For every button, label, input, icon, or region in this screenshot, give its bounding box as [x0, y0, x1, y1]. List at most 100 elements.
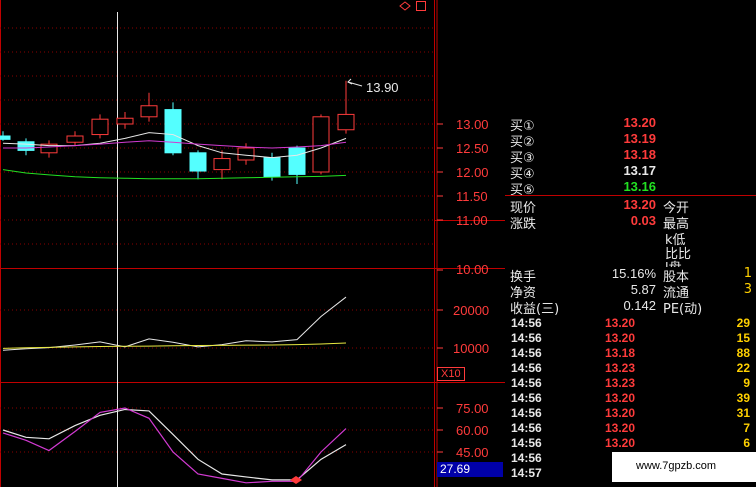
current-price-value: 13.20: [623, 197, 656, 212]
tick-price: 13.18: [605, 346, 636, 360]
tick-price: 13.20: [605, 406, 636, 420]
tick-time: 14:56: [511, 451, 542, 465]
turnover-value: 15.16%: [611, 266, 656, 281]
tick-row[interactable]: 14:56 13.20 39: [505, 391, 756, 406]
high-price-callout: 13.90: [366, 80, 399, 95]
watermark-text: www.7gpzb.com: [636, 460, 717, 472]
candle-body: [0, 135, 11, 140]
tick-time: 14:56: [511, 376, 542, 390]
tick-price: 13.23: [605, 361, 636, 375]
bid-price: 13.16: [623, 179, 656, 194]
bid-row[interactable]: 买④ 13.17: [505, 163, 756, 182]
tick-price: 13.20: [605, 331, 636, 345]
tick-row[interactable]: 14:56 13.20 15: [505, 331, 756, 346]
tick-price: 13.20: [605, 391, 636, 405]
tick-row[interactable]: 14:56 13.20 6: [505, 436, 756, 451]
multiplier-badge: X10: [437, 367, 465, 381]
tick-time: 14:56: [511, 361, 542, 375]
tick-price: 13.20: [605, 436, 636, 450]
earnings-row: 收益(三) 0.142 PE(动): [505, 298, 756, 317]
tick-row[interactable]: 14:56 13.23 22: [505, 361, 756, 376]
earnings-label: 收益(三): [510, 302, 560, 317]
tick-time: 14:56: [511, 346, 542, 360]
earnings-value: 0.142: [623, 298, 656, 313]
price-axis-label: 11.00: [456, 213, 488, 228]
tick-volume: 22: [736, 361, 750, 375]
price-chart: [0, 80, 355, 184]
tick-time: 14:56: [511, 331, 542, 345]
tick-price: 13.23: [605, 376, 636, 390]
window-square-icon[interactable]: [416, 1, 426, 11]
change-row: 涨跌 0.03 最高: [505, 213, 756, 232]
tick-volume: 15: [736, 331, 750, 345]
oscillator-axis-label: 45.00: [456, 445, 489, 460]
axis-ticks: [437, 123, 443, 453]
high-callout-arrow: [347, 78, 363, 87]
candle-body: [17, 141, 35, 151]
price-axis-label: 12.00: [456, 165, 489, 180]
float-value: 3: [743, 282, 752, 297]
quote-panel: 买① 13.20 买② 13.19 买③ 13.18 买④ 13.17 买⑤ 1…: [505, 112, 756, 487]
candle-body: [288, 147, 306, 175]
bid-row[interactable]: 买② 13.19: [505, 131, 756, 150]
volume-axis-label: 10000: [453, 341, 490, 356]
pe-label: PE(动): [663, 302, 703, 317]
oscillator-chart: [2, 407, 347, 484]
candle-body: [189, 152, 207, 172]
divider: [505, 195, 756, 196]
tick-time: 14:56: [511, 316, 542, 330]
oscillator-axis-label: 60.00: [456, 423, 489, 438]
volume-axis-label: 10.00: [456, 262, 489, 277]
tick-price: 13.20: [605, 421, 636, 435]
bid-price: 13.18: [623, 147, 656, 162]
tick-row[interactable]: 14:56 13.20 31: [505, 406, 756, 421]
tick-row[interactable]: 14:56 13.23 9: [505, 376, 756, 391]
candle-body: [66, 135, 84, 143]
volume-indicator-chart: [2, 296, 347, 351]
equity-value: 1: [743, 266, 752, 281]
volume-axis-label: 20000: [453, 303, 490, 318]
candle-body: [164, 109, 182, 154]
change-value: 0.03: [630, 213, 656, 228]
tick-price: 13.20: [605, 316, 636, 330]
tick-volume: 6: [743, 436, 750, 450]
tick-volume: 39: [736, 391, 750, 405]
bid-price: 13.17: [623, 163, 656, 178]
price-axis-label: 12.50: [456, 141, 489, 156]
candle-body: [263, 157, 281, 178]
netasset-value: 5.87: [630, 282, 656, 297]
watermark: www.7gpzb.com: [612, 452, 756, 482]
tick-time: 14:56: [511, 406, 542, 420]
bid-row[interactable]: 买③ 13.18: [505, 147, 756, 166]
bid-price: 13.19: [623, 131, 656, 146]
tick-time: 14:56: [511, 391, 542, 405]
candle-body: [237, 147, 255, 161]
tick-time: 14:56: [511, 421, 542, 435]
tick-volume: 88: [736, 346, 750, 360]
diamond-icon[interactable]: [398, 1, 412, 11]
tick-time: 14:57: [511, 466, 542, 480]
tick-volume: 29: [736, 316, 750, 330]
tick-time: 14:56: [511, 436, 542, 450]
bid-price: 13.20: [623, 115, 656, 130]
candle-body: [140, 105, 158, 118]
tick-volume: 9: [743, 376, 750, 390]
candle-body: [213, 158, 231, 171]
tick-row[interactable]: 14:56 13.20 7: [505, 421, 756, 436]
tick-volume: 31: [736, 406, 750, 420]
candle-body: [337, 113, 355, 131]
oscillator-axis-label: 75.00: [456, 401, 489, 416]
candle-body: [116, 117, 134, 125]
stock-chart-app: { "header": {"corner_icon": "diamond-ico…: [0, 0, 756, 487]
turnover-row: 换手 15.16% 股本 1: [505, 266, 756, 285]
price-axis-label: 11.50: [456, 189, 488, 204]
tick-volume: 7: [743, 421, 750, 435]
price-axis-label: 13.00: [456, 117, 489, 132]
current-price-row: 现价 13.20 今开: [505, 197, 756, 216]
tick-row[interactable]: 14:56 13.18 88: [505, 346, 756, 361]
tick-row[interactable]: 14:56 13.20 29: [505, 316, 756, 331]
bid-row[interactable]: 买⑤ 13.16: [505, 179, 756, 198]
candle-body: [91, 118, 109, 136]
bid-row[interactable]: 买① 13.20: [505, 115, 756, 134]
netasset-row: 净资 5.87 流通 3: [505, 282, 756, 301]
